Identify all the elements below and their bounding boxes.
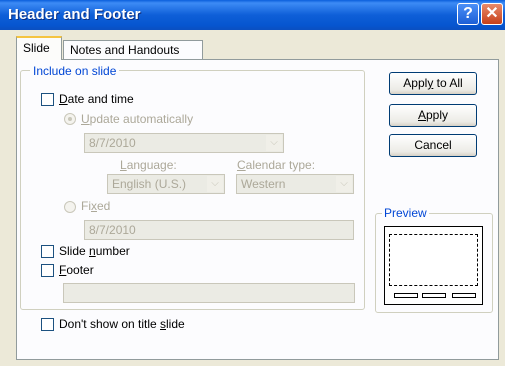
fixed-label: Fixed: [81, 199, 111, 213]
fixed-radio[interactable]: [64, 201, 76, 213]
language-dropdown[interactable]: English (U.S.) ⌵: [107, 174, 225, 194]
preview-footer-date-slot: [394, 293, 418, 298]
preview-footer-number-slot: [452, 293, 476, 298]
tab-slide[interactable]: Slide: [16, 36, 62, 60]
dialog-window: Header and Footer ? ✕ Slide Notes and Ha…: [0, 0, 505, 366]
fixed-date-value: 8/7/2010: [89, 223, 136, 237]
date-time-checkbox[interactable]: [41, 93, 54, 106]
apply-to-all-button[interactable]: Apply to All: [389, 72, 477, 95]
date-format-dropdown[interactable]: 8/7/2010 ⌵: [84, 133, 284, 153]
preview-footer-text-slot: [422, 293, 446, 298]
dont-show-title-slide-label[interactable]: Don't show on title slide: [59, 317, 185, 331]
date-format-value: 8/7/2010: [89, 136, 136, 150]
preview-legend: Preview: [382, 206, 429, 220]
include-on-slide-legend: Include on slide: [30, 64, 120, 78]
calendar-type-dropdown[interactable]: Western ⌵: [236, 174, 354, 194]
preview-thumbnail: [384, 226, 483, 305]
language-value: English (U.S.): [112, 177, 187, 191]
apply-button[interactable]: Apply: [389, 104, 477, 127]
preview-content-area: [389, 234, 478, 286]
footer-checkbox[interactable]: [41, 264, 54, 277]
language-label: Language:: [120, 158, 177, 172]
footer-text-input[interactable]: [63, 283, 355, 303]
chevron-down-icon: ⌵: [266, 135, 282, 151]
help-icon: ?: [463, 5, 473, 22]
update-automatically-label: Update automatically: [81, 112, 194, 126]
close-button[interactable]: ✕: [481, 3, 503, 25]
calendar-type-value: Western: [241, 177, 286, 191]
tab-notes-handouts[interactable]: Notes and Handouts: [63, 40, 203, 59]
slide-number-checkbox[interactable]: [41, 245, 54, 258]
update-automatically-radio[interactable]: [64, 113, 76, 125]
fixed-date-input[interactable]: 8/7/2010: [84, 220, 354, 240]
footer-label[interactable]: Footer: [59, 263, 94, 277]
cancel-button[interactable]: Cancel: [389, 134, 477, 157]
chevron-down-icon: ⌵: [207, 176, 223, 192]
title-bar[interactable]: Header and Footer ? ✕: [0, 0, 505, 30]
close-icon: ✕: [485, 5, 499, 22]
dialog-title: Header and Footer: [8, 6, 141, 23]
chevron-down-icon: ⌵: [336, 176, 352, 192]
slide-number-label[interactable]: Slide number: [59, 244, 130, 258]
calendar-type-label: Calendar type:: [237, 158, 316, 172]
date-time-label[interactable]: Date and time: [59, 92, 134, 106]
help-button[interactable]: ?: [457, 3, 479, 25]
dont-show-title-slide-checkbox[interactable]: [41, 318, 54, 331]
